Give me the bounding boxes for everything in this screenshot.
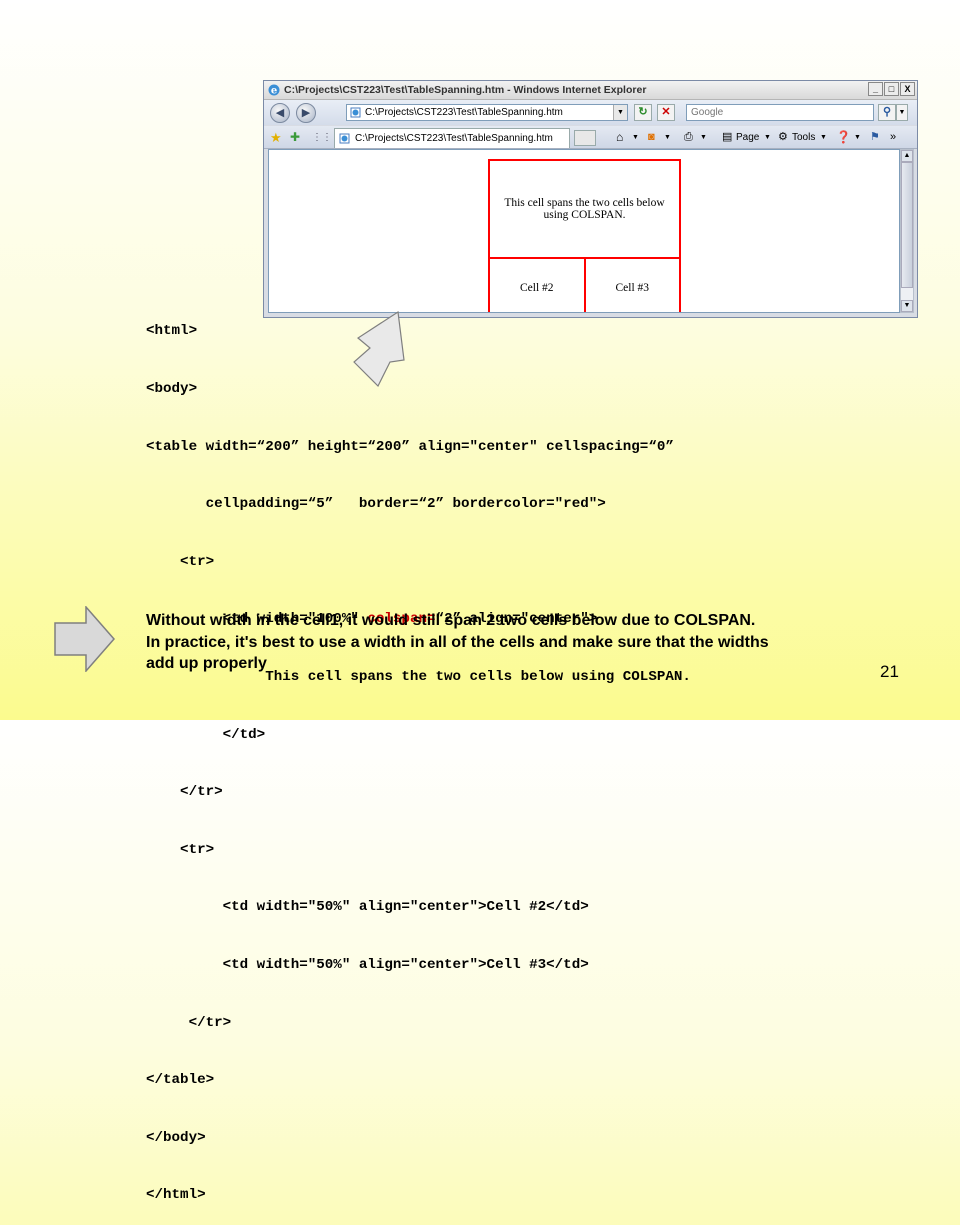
new-tab-button[interactable] xyxy=(574,130,596,146)
code-line: </html> xyxy=(146,1187,206,1204)
page-menu-button[interactable]: Page xyxy=(736,129,759,146)
page-icon xyxy=(350,107,361,118)
toolbar-extend-icon[interactable]: » xyxy=(890,129,896,146)
close-button[interactable]: X xyxy=(900,82,915,96)
note-line: Without width in the cell1, it would sti… xyxy=(146,612,756,629)
code-line: cellpadding=“5” border=“2” bordercolor="… xyxy=(146,496,606,513)
forward-arrow-icon[interactable]: ▶ xyxy=(296,103,316,123)
vertical-scrollbar[interactable]: ▲ ▼ xyxy=(900,149,914,313)
code-line: <body> xyxy=(146,381,198,397)
stop-icon[interactable]: ✕ xyxy=(657,104,675,121)
internet-explorer-icon: e xyxy=(268,84,280,97)
print-icon[interactable]: ⎙ xyxy=(684,129,693,146)
window-title: C:\Projects\CST223\Test\TableSpanning.ht… xyxy=(284,84,647,96)
chevron-down-icon[interactable]: ▼ xyxy=(632,129,639,146)
note-line: In practice, it's best to use a width in… xyxy=(146,633,769,651)
note-line: add up properly xyxy=(146,655,267,672)
minimize-button[interactable]: _ xyxy=(868,82,883,96)
help-icon[interactable]: ❓ xyxy=(836,129,851,146)
scroll-up-icon[interactable]: ▲ xyxy=(901,150,913,162)
code-line: <html> xyxy=(146,323,198,340)
cell-3: Cell #3 xyxy=(583,257,681,312)
tab-list-icon[interactable]: ⋮⋮ xyxy=(312,129,332,146)
page-menu-icon: ▤ xyxy=(722,131,733,143)
chevron-down-icon[interactable]: ▼ xyxy=(700,129,707,146)
feeds-icon[interactable]: ◙ xyxy=(648,129,655,146)
chevron-down-icon[interactable]: ▼ xyxy=(896,104,908,121)
code-line: <tr> xyxy=(146,553,215,570)
code-line: <table width=“200” height=“200” align="c… xyxy=(146,438,674,455)
code-line: </tr> xyxy=(146,1014,232,1031)
code-line: </table> xyxy=(146,1072,215,1089)
address-text: C:\Projects\CST223\Test\TableSpanning.ht… xyxy=(365,107,563,118)
explanation-note: Without width in the cell1, it would sti… xyxy=(146,610,886,675)
scroll-thumb[interactable] xyxy=(901,162,913,288)
chevron-down-icon: ▼ xyxy=(820,134,827,141)
home-icon[interactable]: ⌂ xyxy=(616,129,623,146)
pointer-arrow-icon xyxy=(353,310,405,388)
cell-2: Cell #2 xyxy=(488,257,586,312)
bullet-arrow-icon xyxy=(54,606,115,672)
code-line: </body> xyxy=(146,1129,206,1146)
chevron-down-icon[interactable]: ▼ xyxy=(854,129,861,146)
chevron-down-icon: ▼ xyxy=(764,134,771,141)
gear-icon: ⚙ xyxy=(778,131,788,143)
code-line: <td width="50%" align="center">Cell #3</… xyxy=(146,956,589,973)
browser-window: e C:\Projects\CST223\Test\TableSpanning.… xyxy=(263,80,918,318)
research-icon[interactable]: ⚑ xyxy=(870,129,880,146)
scroll-down-icon[interactable]: ▼ xyxy=(901,300,913,312)
back-arrow-icon[interactable]: ◀ xyxy=(270,103,290,123)
code-listing: <html> <body> <table width=“200” height=… xyxy=(146,284,691,1225)
spanning-cell: This cell spans the two cells below usin… xyxy=(488,159,681,259)
title-bar[interactable]: e C:\Projects\CST223\Test\TableSpanning.… xyxy=(264,81,917,100)
svg-text:e: e xyxy=(271,86,277,97)
chevron-down-icon[interactable]: ▼ xyxy=(613,105,627,120)
navigation-bar: ◀ ▶ C:\Projects\CST223\Test\TableSpannin… xyxy=(264,100,917,125)
window-controls: _ □ X xyxy=(868,82,915,96)
search-icon[interactable]: ⚲ xyxy=(878,104,896,121)
page-content: This cell spans the two cells below usin… xyxy=(268,149,900,313)
address-bar[interactable]: C:\Projects\CST223\Test\TableSpanning.ht… xyxy=(346,104,628,121)
favorites-star-icon[interactable]: ★ xyxy=(270,129,282,146)
refresh-icon[interactable]: ↻ xyxy=(634,104,652,121)
code-line: <tr> xyxy=(146,841,215,858)
tab-tablespanning[interactable]: C:\Projects\CST223\Test\TableSpanning.ht… xyxy=(334,128,570,148)
add-favorites-icon[interactable]: ✚ xyxy=(290,129,300,146)
table-row: Cell #2 Cell #3 xyxy=(488,257,681,312)
tools-menu-button[interactable]: Tools xyxy=(792,129,815,146)
page-icon xyxy=(339,133,350,144)
search-input[interactable] xyxy=(686,104,874,121)
chevron-down-icon[interactable]: ▼ xyxy=(664,129,671,146)
demo-table: This cell spans the two cells below usin… xyxy=(488,159,681,312)
table-row: This cell spans the two cells below usin… xyxy=(488,159,681,259)
code-line: </td> xyxy=(146,726,266,743)
page-number: 21 xyxy=(880,662,899,681)
code-line: </tr> xyxy=(146,784,223,801)
code-line: <td width="50%" align="center">Cell #2</… xyxy=(146,899,589,916)
maximize-button[interactable]: □ xyxy=(884,82,899,96)
tab-title: C:\Projects\CST223\Test\TableSpanning.ht… xyxy=(355,133,553,144)
tab-bar: ★ ✚ ⋮⋮ C:\Projects\CST223\Test\TableSpan… xyxy=(264,126,917,149)
